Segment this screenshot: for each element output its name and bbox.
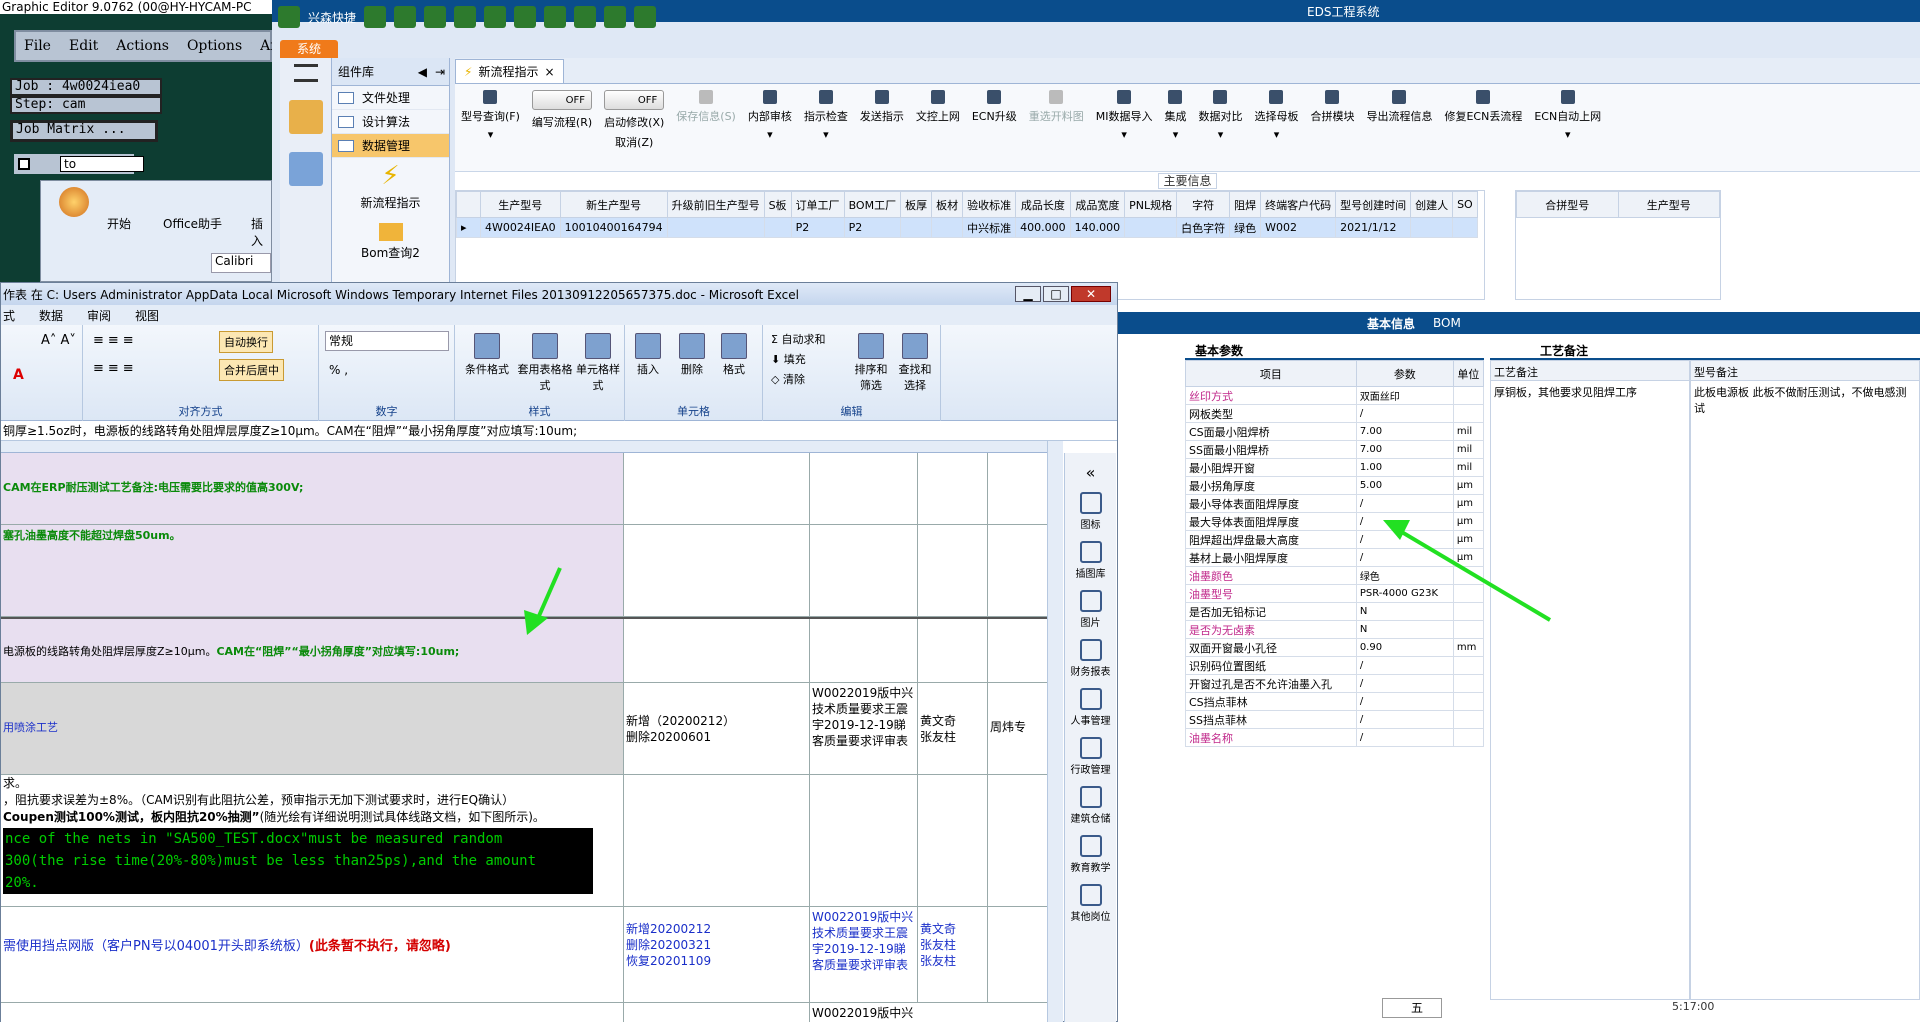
arrow-left-head [1383, 520, 1410, 540]
arrow-left-line [1393, 526, 1552, 622]
annotation-arrows [524, 520, 1552, 635]
arrow-down-head [524, 610, 548, 635]
